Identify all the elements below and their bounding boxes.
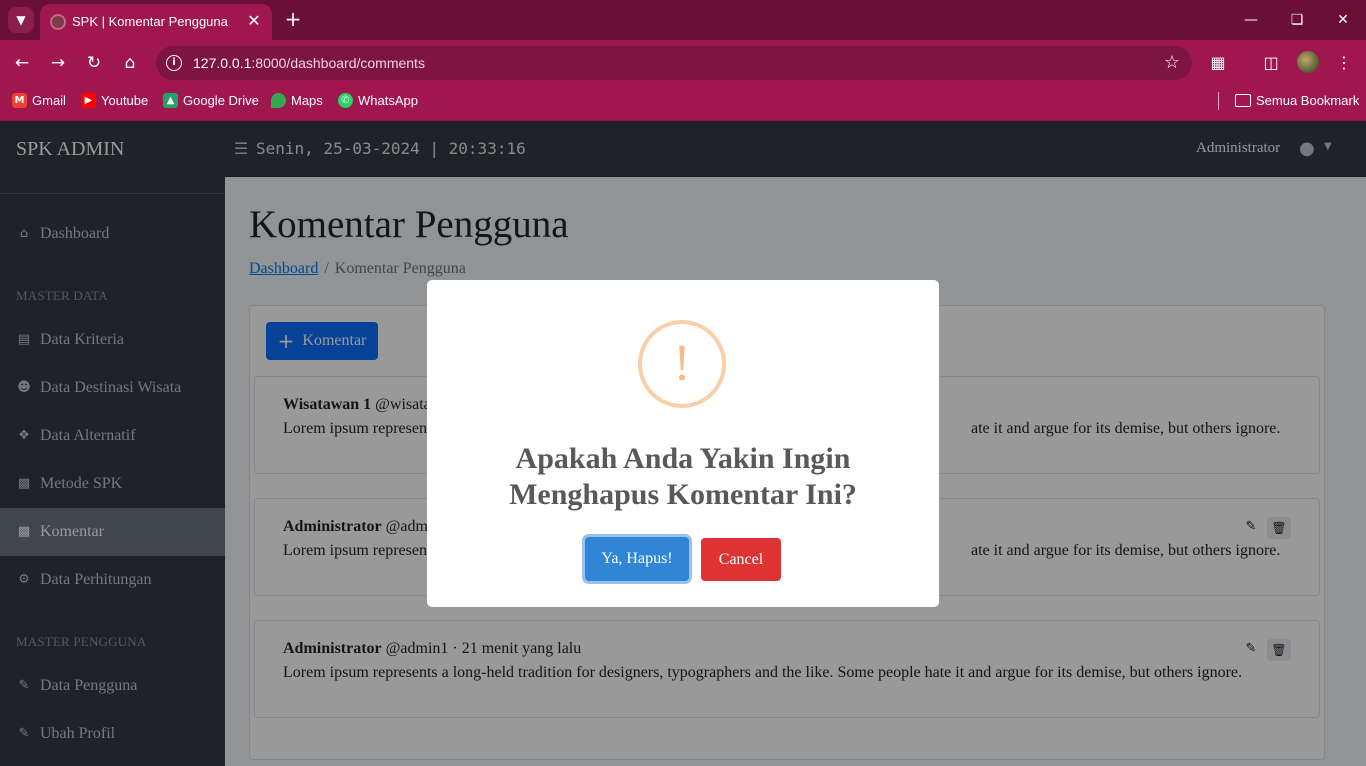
bookmark-label: WhatsApp [358,93,418,108]
menu-dots-icon[interactable]: ⋮ [1332,51,1356,75]
bookmark-youtube[interactable]: ▶ Youtube [81,93,148,108]
bookmarks-divider [1218,92,1219,110]
youtube-icon: ▶ [81,93,96,108]
home-icon[interactable]: ⌂ [118,51,142,75]
browser-tabstrip: ▼ SPK | Komentar Pengguna ✕ + — ❏ ✕ [0,0,1366,40]
google-drive-icon: ▲ [163,93,178,108]
tab-favicon-icon [50,14,66,30]
bookmark-label: Google Drive [183,93,259,108]
restore-icon[interactable]: ❏ [1285,8,1309,32]
all-bookmarks-label: Semua Bookmark [1256,93,1360,108]
window-close-icon[interactable]: ✕ [1331,8,1355,32]
address-bar[interactable]: i 127.0.0.1:8000/dashboard/comments ☆ [156,46,1192,80]
bookmark-label: Gmail [32,93,66,108]
side-panel-icon[interactable]: ◫ [1259,51,1283,75]
profile-avatar[interactable] [1297,51,1319,73]
address-url[interactable]: 127.0.0.1:8000/dashboard/comments [193,55,425,71]
bookmark-whatsapp[interactable]: ✆ WhatsApp [338,93,418,108]
tab-title: SPK | Komentar Pengguna [72,14,228,29]
site-info-icon[interactable]: i [166,55,182,71]
tab-close-icon[interactable]: ✕ [244,11,264,31]
warning-icon: ! [638,320,726,408]
maps-icon [271,93,286,108]
folder-icon [1235,94,1251,107]
whatsapp-icon: ✆ [338,93,353,108]
dialog-title: Apakah Anda Yakin Ingin Menghapus Koment… [509,442,857,511]
confirm-delete-button[interactable]: Ya, Hapus! [585,537,689,581]
forward-icon[interactable]: → [46,51,70,75]
bookmark-gmail[interactable]: M Gmail [12,93,66,108]
bookmark-google-drive[interactable]: ▲ Google Drive [163,93,259,108]
minimize-icon[interactable]: — [1239,8,1263,32]
back-icon[interactable]: ← [10,51,34,75]
new-tab-icon[interactable]: + [282,8,304,30]
bookmark-maps[interactable]: Maps [271,93,323,108]
bookmark-label: Maps [291,93,323,108]
confirm-delete-dialog: ! Apakah Anda Yakin Ingin Menghapus Kome… [427,280,939,607]
browser-tab[interactable]: SPK | Komentar Pengguna ✕ [40,4,272,40]
bookmarks-bar: M Gmail ▶ Youtube ▲ Google Drive Maps ✆ … [0,85,1366,121]
reload-icon[interactable]: ↻ [82,51,106,75]
bookmark-star-icon[interactable]: ☆ [1164,52,1180,73]
extensions-icon[interactable]: ▦ [1206,51,1230,75]
tab-search-chevron-icon[interactable]: ▼ [8,7,34,33]
all-bookmarks[interactable]: Semua Bookmark [1235,93,1359,108]
cancel-button[interactable]: Cancel [701,538,781,581]
browser-toolbar: ← → ↻ ⌂ i 127.0.0.1:8000/dashboard/comme… [0,40,1366,85]
gmail-icon: M [12,93,27,108]
bookmark-label: Youtube [101,93,149,108]
